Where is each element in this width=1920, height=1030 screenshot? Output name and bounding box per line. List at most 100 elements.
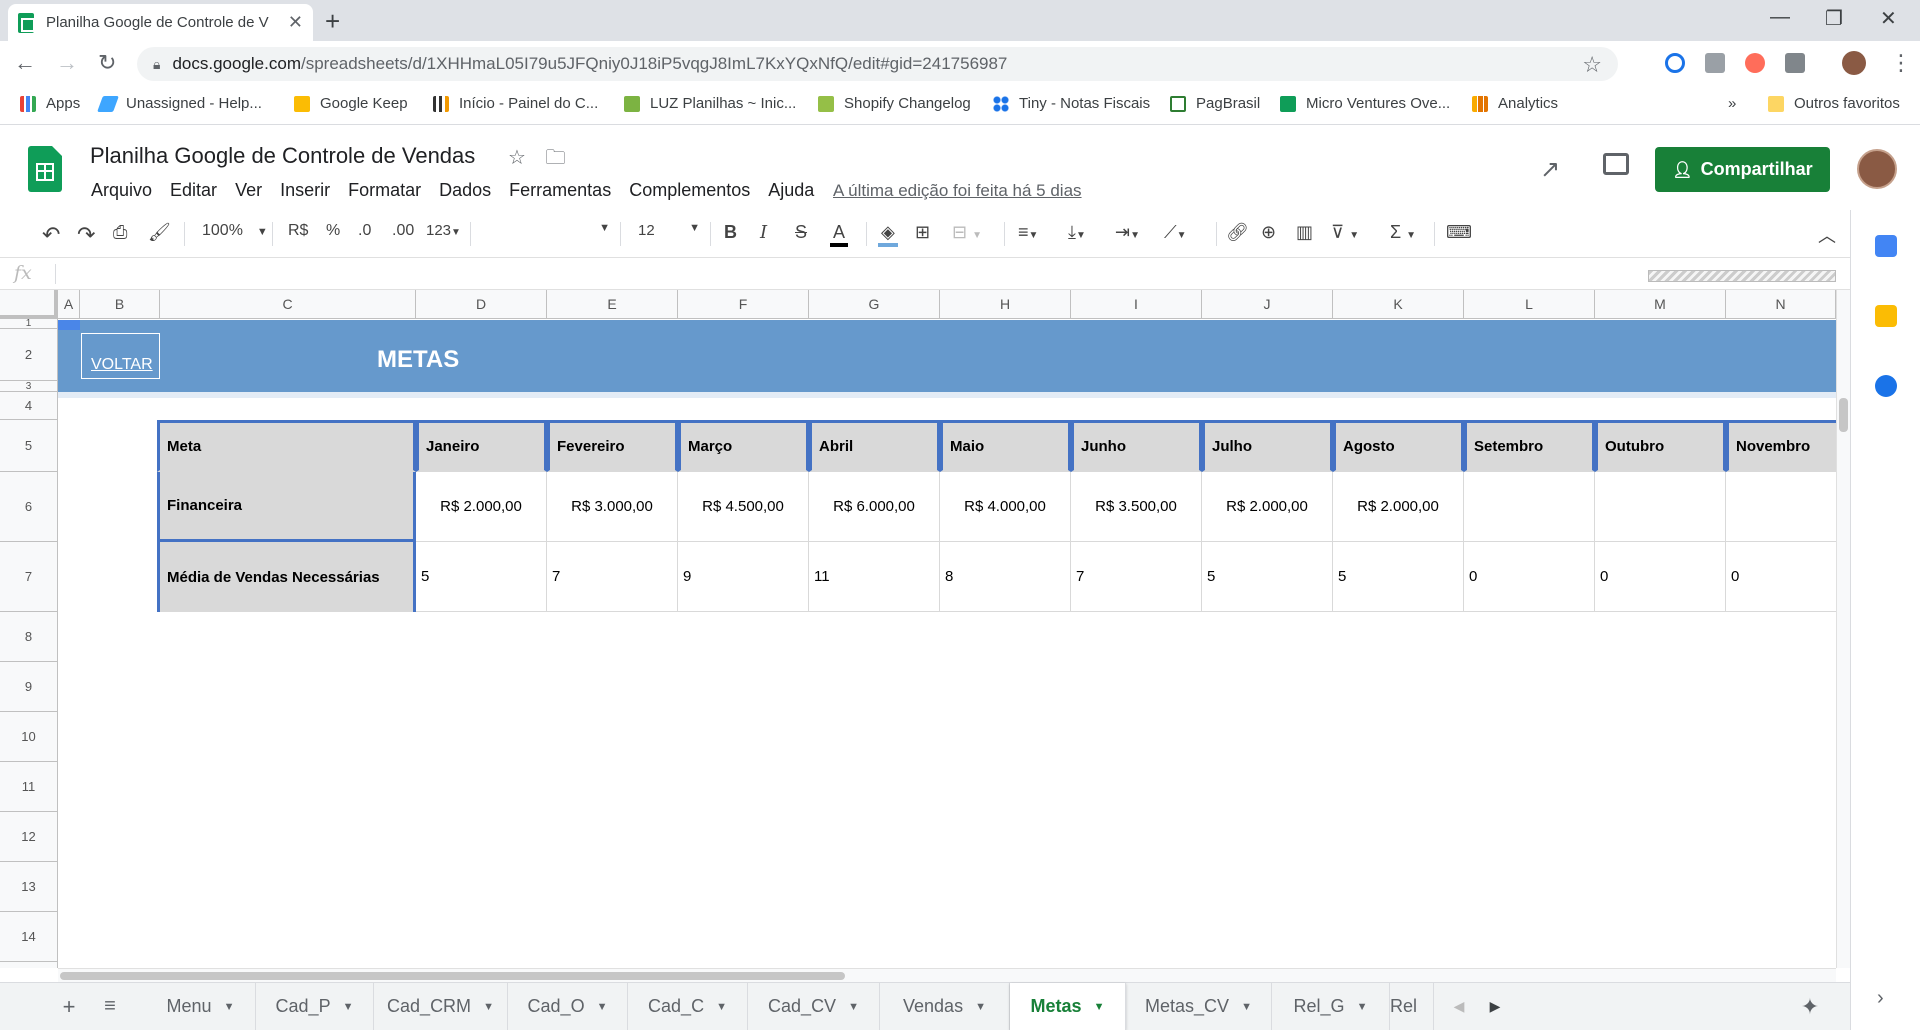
forward-icon[interactable]: →: [56, 50, 78, 76]
column-header-c[interactable]: C: [160, 290, 416, 319]
currency-format-button[interactable]: R$: [288, 222, 308, 240]
bookmark-micro-ventures[interactable]: Micro Ventures Ove...: [1280, 95, 1450, 112]
extension-k-icon[interactable]: [1745, 53, 1765, 73]
menu-editar[interactable]: Editar: [161, 180, 226, 201]
column-header-a[interactable]: A: [58, 290, 80, 319]
row-header-7[interactable]: 7: [0, 542, 57, 612]
menu-formatar[interactable]: Formatar: [339, 180, 430, 201]
menu-inserir[interactable]: Inserir: [271, 180, 339, 201]
sheet-tab-cad-crm[interactable]: Cad_CRM ▼: [374, 983, 508, 1030]
browser-tab[interactable]: Planilha Google de Controle de V ✕: [8, 4, 313, 41]
formula-bar[interactable]: fx: [0, 258, 1850, 290]
media-vendas-cell[interactable]: 0: [1464, 542, 1595, 612]
column-header-h[interactable]: H: [940, 290, 1071, 319]
address-bar[interactable]: 🔒︎ docs.google.com/spreadsheets/d/1XHHma…: [137, 47, 1618, 81]
bookmark-apps[interactable]: Apps: [20, 95, 80, 112]
vertical-scroll-thumb[interactable]: [1839, 398, 1848, 432]
bookmark-analytics[interactable]: Analytics: [1472, 95, 1558, 112]
column-header-n[interactable]: N: [1726, 290, 1836, 319]
menu-arquivo[interactable]: Arquivo: [82, 180, 161, 201]
reload-icon[interactable]: ↻: [98, 50, 116, 76]
text-rotate-icon[interactable]: ⟋▼: [1164, 222, 1187, 243]
vertical-scrollbar[interactable]: [1836, 290, 1850, 968]
menu-complementos[interactable]: Complementos: [620, 180, 759, 201]
financeira-cell[interactable]: [1726, 472, 1836, 542]
insert-comment-icon[interactable]: ⊕: [1261, 222, 1276, 243]
bookmark-other-favorites[interactable]: Outros favoritos: [1768, 95, 1900, 112]
expand-side-panel-icon[interactable]: ›: [1877, 987, 1884, 1010]
column-header-k[interactable]: K: [1333, 290, 1464, 319]
row-header-6[interactable]: 6: [0, 472, 57, 542]
column-header-d[interactable]: D: [416, 290, 547, 319]
bookmark-pagbrasil[interactable]: PagBrasil: [1170, 95, 1260, 112]
selected-cell-a1[interactable]: [58, 320, 80, 330]
calendar-icon[interactable]: [1875, 235, 1897, 257]
financeira-cell[interactable]: [1464, 472, 1595, 542]
bookmark-inicio[interactable]: Início - Painel do C...: [433, 95, 598, 112]
row-header-4[interactable]: 4: [0, 392, 57, 420]
font-size-select[interactable]: 12 ▼: [638, 222, 700, 239]
percent-format-button[interactable]: %: [326, 222, 340, 240]
month-header[interactable]: Maio: [940, 420, 1071, 472]
row-header-12[interactable]: 12: [0, 812, 57, 862]
sheet-tab-cad-p[interactable]: Cad_P ▼: [256, 983, 374, 1030]
column-header-g[interactable]: G: [809, 290, 940, 319]
financeira-cell[interactable]: R$ 2.000,00: [416, 472, 547, 542]
column-header-j[interactable]: J: [1202, 290, 1333, 319]
column-header-l[interactable]: L: [1464, 290, 1595, 319]
month-header[interactable]: Janeiro: [416, 420, 547, 472]
month-header[interactable]: Junho: [1071, 420, 1202, 472]
print-icon[interactable]: ⎙: [113, 222, 127, 243]
bookmark-unassigned[interactable]: Unassigned - Help...: [97, 95, 262, 112]
horizontal-align-icon[interactable]: ≡▼: [1018, 222, 1038, 243]
row-header-13[interactable]: 13: [0, 862, 57, 912]
document-title[interactable]: Planilha Google de Controle de Vendas: [90, 143, 475, 169]
media-vendas-cell[interactable]: 0: [1726, 542, 1836, 612]
bold-button[interactable]: B: [724, 222, 737, 243]
row-header-14[interactable]: 14: [0, 912, 57, 962]
financeira-cell[interactable]: R$ 3.000,00: [547, 472, 678, 542]
borders-icon[interactable]: ⊞: [915, 222, 930, 243]
increase-decimal-button[interactable]: .00: [392, 222, 414, 240]
new-tab-icon[interactable]: +: [325, 6, 340, 37]
all-sheets-icon[interactable]: ≡: [95, 983, 125, 1030]
row-header-10[interactable]: 10: [0, 712, 57, 762]
collapse-toolbar-icon[interactable]: ︿: [1818, 222, 1836, 248]
browser-menu-icon[interactable]: ⋮: [1890, 50, 1912, 76]
sheet-tab-metas[interactable]: Metas ▼: [1010, 983, 1126, 1030]
column-header-b[interactable]: B: [80, 290, 160, 319]
horizontal-scrollbar[interactable]: [58, 968, 1836, 982]
sheet-tab-rel-g[interactable]: Rel_G ▼: [1272, 983, 1390, 1030]
column-header-e[interactable]: E: [547, 290, 678, 319]
financeira-cell[interactable]: R$ 3.500,00: [1071, 472, 1202, 542]
restore-icon[interactable]: ❐: [1825, 6, 1843, 31]
financeira-cell[interactable]: R$ 4.500,00: [678, 472, 809, 542]
account-avatar[interactable]: [1857, 149, 1897, 189]
sheet-tab-rel[interactable]: Rel: [1390, 983, 1434, 1030]
minimize-icon[interactable]: —: [1770, 6, 1790, 29]
menu-ver[interactable]: Ver: [226, 180, 271, 201]
extension-1password-icon[interactable]: [1665, 53, 1685, 73]
text-color-button[interactable]: A: [830, 222, 849, 247]
row-header-2[interactable]: 2: [0, 329, 57, 381]
back-icon[interactable]: ←: [14, 50, 36, 76]
input-tools-icon[interactable]: ⌨: [1446, 222, 1472, 243]
spreadsheet-grid[interactable]: A B C D E F G H I J K L M N 1 2 3 4 5 6 …: [0, 290, 1836, 968]
fill-color-icon[interactable]: ◈: [878, 222, 898, 247]
bookmark-google-keep[interactable]: Google Keep: [294, 95, 408, 112]
sheet-tab-metas-cv[interactable]: Metas_CV ▼: [1126, 983, 1272, 1030]
vertical-align-icon[interactable]: ⤓▼: [1068, 222, 1086, 243]
move-folder-icon[interactable]: 🗀: [546, 147, 566, 169]
comments-icon[interactable]: [1603, 153, 1629, 175]
extension-notes-icon[interactable]: [1705, 53, 1725, 73]
horizontal-scroll-thumb[interactable]: [60, 972, 845, 980]
financeira-cell[interactable]: R$ 6.000,00: [809, 472, 940, 542]
activity-trend-icon[interactable]: ↗: [1540, 155, 1560, 184]
menu-ajuda[interactable]: Ajuda: [759, 180, 823, 201]
column-header-i[interactable]: I: [1071, 290, 1202, 319]
strikethrough-button[interactable]: S: [795, 222, 807, 243]
financeira-cell[interactable]: R$ 2.000,00: [1202, 472, 1333, 542]
formula-bar-resize-handle[interactable]: [1648, 270, 1836, 282]
row-label-financeira[interactable]: Financeira: [157, 472, 416, 542]
font-family-select[interactable]: ▼: [480, 222, 610, 234]
